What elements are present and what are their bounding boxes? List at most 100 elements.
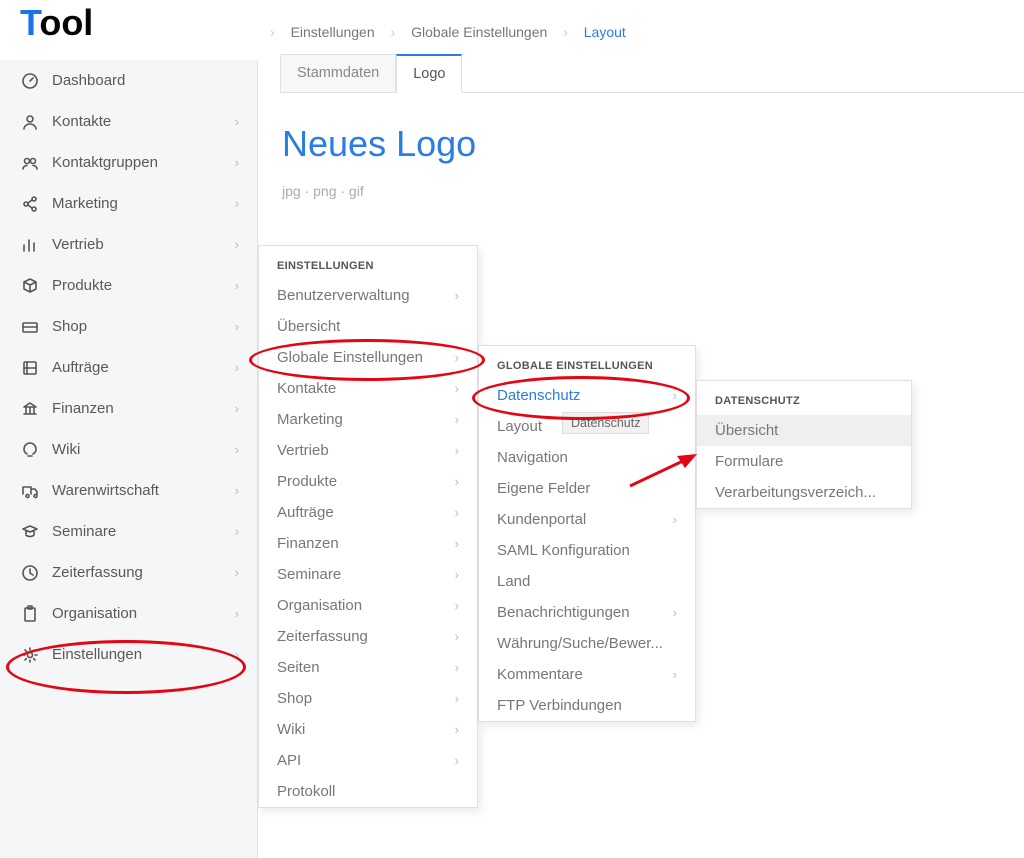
clock-icon xyxy=(18,564,42,582)
menu-item-marketing[interactable]: Marketing› xyxy=(259,404,477,435)
menu-item-zeiterfassung[interactable]: Zeiterfassung› xyxy=(259,621,477,652)
menu-item-auftr-ge[interactable]: Aufträge› xyxy=(259,497,477,528)
sidebar-item-label: Organisation xyxy=(52,605,137,622)
tab-stammdaten[interactable]: Stammdaten xyxy=(280,54,396,92)
sidebar-item-zeiterfassung[interactable]: Zeiterfassung› xyxy=(0,552,257,593)
menu-item-shop[interactable]: Shop› xyxy=(259,683,477,714)
menu-item-label: Seiten xyxy=(277,659,320,676)
menu-item-bersicht[interactable]: Übersicht xyxy=(259,311,477,342)
menu-item-eigene-felder[interactable]: Eigene Felder xyxy=(479,473,695,504)
sidebar-item-dashboard[interactable]: Dashboard xyxy=(0,60,257,101)
chevron-right-icon: › xyxy=(673,388,677,403)
chevron-right-icon: › xyxy=(455,288,459,303)
sidebar-item-kontaktgruppen[interactable]: Kontaktgruppen› xyxy=(0,142,257,183)
menu-item-label: Globale Einstellungen xyxy=(277,349,423,366)
menu-item-kundenportal[interactable]: Kundenportal › xyxy=(479,504,695,535)
chevron-right-icon: › xyxy=(235,360,239,375)
menu-item-datenschutz[interactable]: Datenschutz› xyxy=(479,380,695,411)
sidebar-item-organisation[interactable]: Organisation › xyxy=(0,593,257,634)
menu-item-label: Kontakte xyxy=(277,380,336,397)
chevron-right-icon: › xyxy=(235,196,239,211)
menu-item-globale-einstellungen[interactable]: Globale Einstellungen › xyxy=(259,342,477,373)
chevron-right-icon: › xyxy=(455,629,459,644)
breadcrumb-item[interactable]: Globale Einstellungen xyxy=(411,24,547,40)
menu-item-w-hrung-suche-bewer[interactable]: Währung/Suche/Bewer... xyxy=(479,628,695,659)
chevron-right-icon: › xyxy=(235,606,239,621)
sidebar-item-label: Aufträge xyxy=(52,359,109,376)
flyout-einstellungen: EINSTELLUNGEN Benutzerverwaltung›Übersic… xyxy=(258,245,478,808)
breadcrumb-item-active: Layout xyxy=(584,24,626,40)
menu-item-protokoll[interactable]: Protokoll xyxy=(259,776,477,807)
chevron-right-icon: › xyxy=(673,667,677,682)
menu-item-ftp-verbindungen[interactable]: FTP Verbindungen xyxy=(479,690,695,721)
sidebar-item-label: Vertrieb xyxy=(52,236,104,253)
menu-item-land[interactable]: Land xyxy=(479,566,695,597)
app-logo: Tool xyxy=(20,2,93,44)
menu-item-organisation[interactable]: Organisation› xyxy=(259,590,477,621)
chevron-right-icon: › xyxy=(235,483,239,498)
menu-item-label: Kundenportal xyxy=(497,511,586,528)
chevron-right-icon: › xyxy=(455,536,459,551)
truck-icon xyxy=(18,482,42,500)
sidebar-item-label: Seminare xyxy=(52,523,116,540)
sidebar-item-vertrieb[interactable]: Vertrieb› xyxy=(0,224,257,265)
menu-item-kommentare[interactable]: Kommentare › xyxy=(479,659,695,690)
sidebar-item-shop[interactable]: Shop› xyxy=(0,306,257,347)
sidebar: DashboardKontakte›Kontaktgruppen›Marketi… xyxy=(0,60,258,858)
bank-icon xyxy=(18,400,42,418)
chevron-right-icon: › xyxy=(455,443,459,458)
menu-item-label: API xyxy=(277,752,301,769)
chevron-right-icon: › xyxy=(270,24,275,40)
sidebar-item-label: Marketing xyxy=(52,195,118,212)
menu-item-formulare[interactable]: Formulare xyxy=(697,446,911,477)
sidebar-item-seminare[interactable]: Seminare› xyxy=(0,511,257,552)
menu-item-benutzerverwaltung[interactable]: Benutzerverwaltung› xyxy=(259,280,477,311)
sidebar-item-label: Warenwirtschaft xyxy=(52,482,159,499)
menu-item-verarbeitungsverzeich[interactable]: Verarbeitungsverzeich... xyxy=(697,477,911,508)
sidebar-item-label: Wiki xyxy=(52,441,80,458)
tab-bar: Stammdaten Logo xyxy=(280,54,1024,93)
sidebar-item-label: Zeiterfassung xyxy=(52,564,143,581)
menu-item-saml-konfiguration[interactable]: SAML Konfiguration xyxy=(479,535,695,566)
menu-item-seminare[interactable]: Seminare› xyxy=(259,559,477,590)
flyout-globale-einstellungen: GLOBALE EINSTELLUNGEN Datenschutz›Layout… xyxy=(478,345,696,722)
chevron-right-icon: › xyxy=(673,512,677,527)
menu-item-benachrichtigungen[interactable]: Benachrichtigungen› xyxy=(479,597,695,628)
breadcrumb-item[interactable]: Einstellungen xyxy=(291,24,375,40)
gear-icon xyxy=(18,646,42,664)
menu-item-seiten[interactable]: Seiten › xyxy=(259,652,477,683)
sidebar-item-label: Dashboard xyxy=(52,72,125,89)
menu-item-api[interactable]: API › xyxy=(259,745,477,776)
grad-icon xyxy=(18,523,42,541)
tab-logo[interactable]: Logo xyxy=(396,54,462,93)
chevron-right-icon: › xyxy=(455,350,459,365)
chevron-right-icon: › xyxy=(455,722,459,737)
sidebar-item-warenwirtschaft[interactable]: Warenwirtschaft › xyxy=(0,470,257,511)
menu-item-label: Benachrichtigungen xyxy=(497,604,630,621)
menu-item-vertrieb[interactable]: Vertrieb› xyxy=(259,435,477,466)
sidebar-item-auftr-ge[interactable]: Aufträge › xyxy=(0,347,257,388)
menu-item-label: Wiki xyxy=(277,721,305,738)
logo-rest: ool xyxy=(39,2,93,43)
sidebar-item-marketing[interactable]: Marketing › xyxy=(0,183,257,224)
sidebar-item-kontakte[interactable]: Kontakte› xyxy=(0,101,257,142)
menu-item-finanzen[interactable]: Finanzen› xyxy=(259,528,477,559)
menu-item-produkte[interactable]: Produkte› xyxy=(259,466,477,497)
menu-item-navigation[interactable]: Navigation xyxy=(479,442,695,473)
chevron-right-icon: › xyxy=(455,660,459,675)
order-icon xyxy=(18,359,42,377)
menu-item-bersicht[interactable]: Übersicht xyxy=(697,415,911,446)
sidebar-item-label: Kontaktgruppen xyxy=(52,154,158,171)
sidebar-item-einstellungen[interactable]: Einstellungen› xyxy=(0,634,257,675)
sidebar-item-produkte[interactable]: Produkte› xyxy=(0,265,257,306)
menu-item-label: Land xyxy=(497,573,530,590)
sidebar-item-wiki[interactable]: Wiki › xyxy=(0,429,257,470)
chevron-right-icon: › xyxy=(455,753,459,768)
menu-item-wiki[interactable]: Wiki › xyxy=(259,714,477,745)
chevron-right-icon: › xyxy=(235,442,239,457)
menu-item-label: Kommentare xyxy=(497,666,583,683)
flyout-heading: EINSTELLUNGEN xyxy=(259,246,477,280)
sidebar-item-finanzen[interactable]: Finanzen› xyxy=(0,388,257,429)
menu-item-kontakte[interactable]: Kontakte› xyxy=(259,373,477,404)
menu-item-label: Verarbeitungsverzeich... xyxy=(715,484,876,501)
